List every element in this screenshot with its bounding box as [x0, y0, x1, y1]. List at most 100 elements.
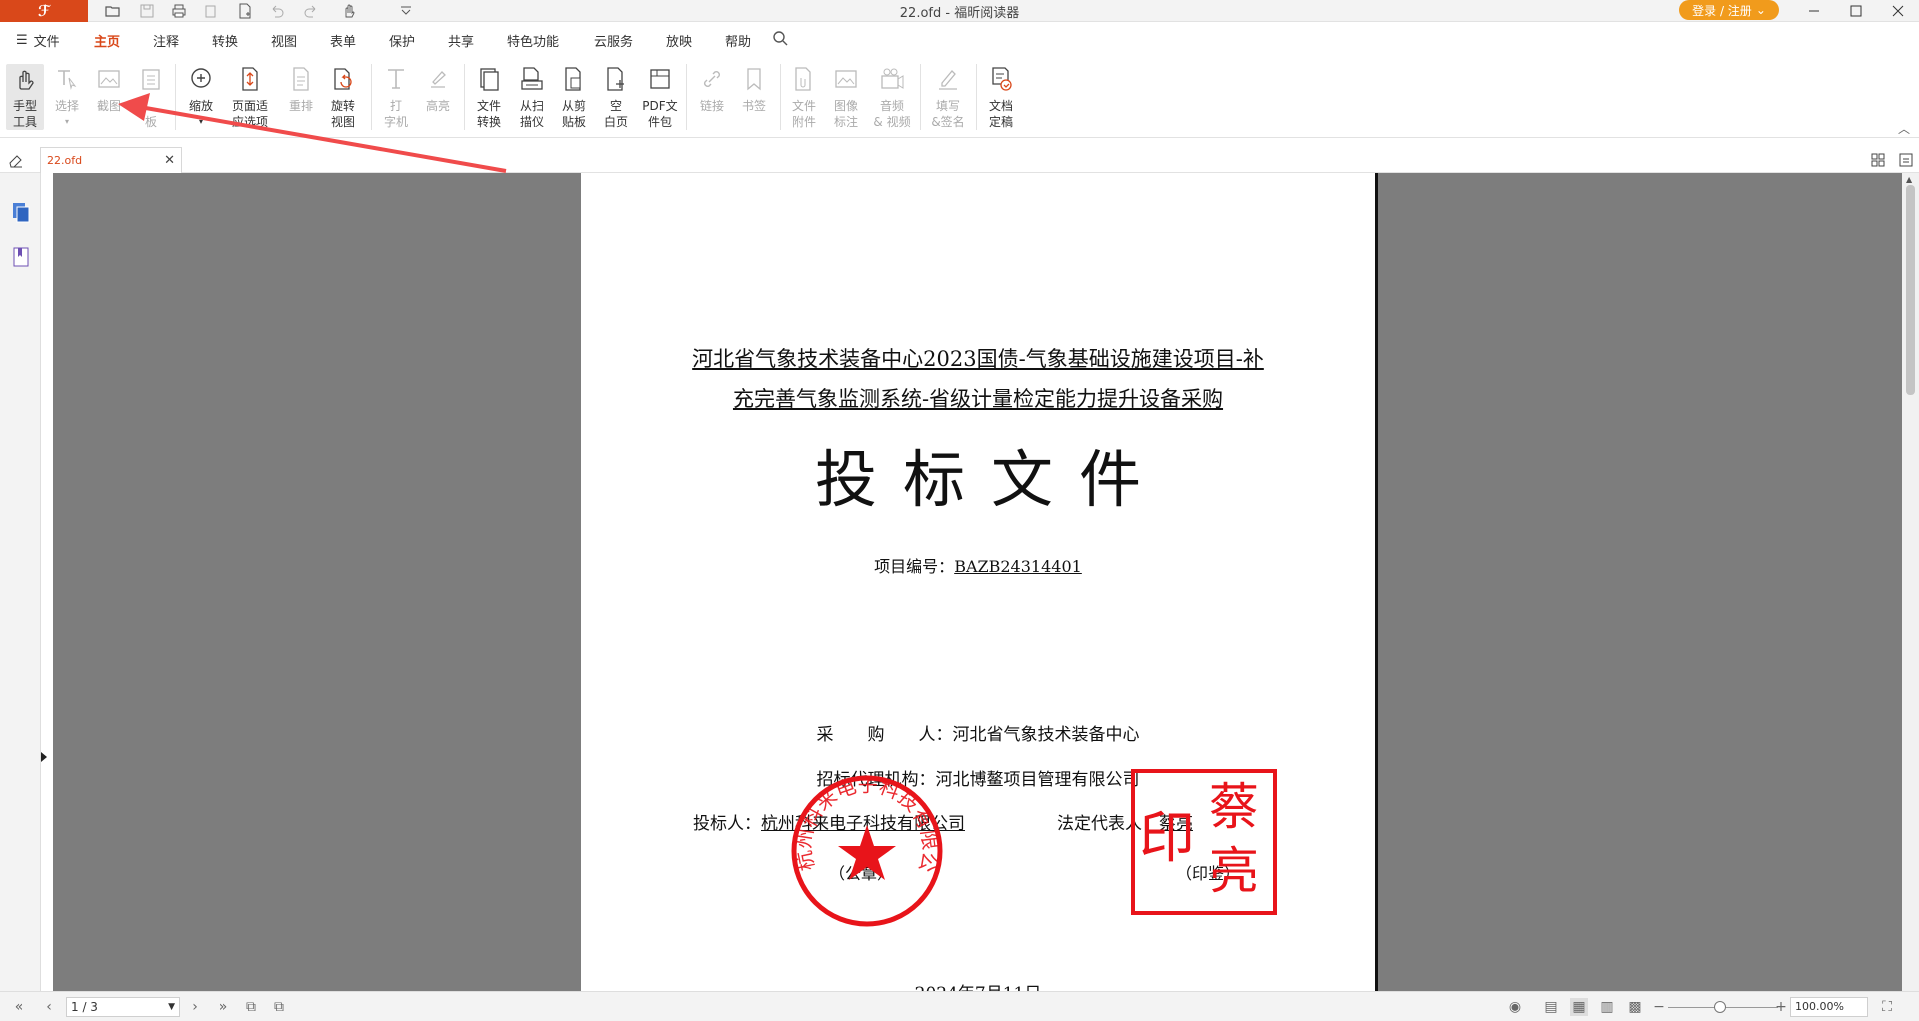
search-icon[interactable]: [772, 30, 789, 51]
prev-page-icon[interactable]: ‹: [40, 998, 58, 1016]
close-tab-icon[interactable]: ✕: [164, 153, 175, 168]
page-dropdown-icon[interactable]: ▼: [168, 998, 175, 1016]
fit-page-button[interactable]: 页面适 应选项: [228, 64, 272, 130]
seal-char-1: 蔡: [1209, 778, 1259, 836]
zoom-out-icon[interactable]: −: [1650, 998, 1668, 1016]
facing-page-icon[interactable]: ▥: [1598, 998, 1616, 1016]
maximize-button[interactable]: [1836, 0, 1876, 22]
grid-view-icon[interactable]: [1870, 152, 1886, 172]
clipboard-button[interactable]: 板: [134, 64, 168, 130]
scanner-label-2: 描仪: [519, 115, 544, 129]
login-button[interactable]: 登录 / 注册 ⌄: [1679, 0, 1779, 20]
ribbon-separator: [920, 64, 921, 130]
expand-panel-icon[interactable]: [40, 750, 48, 764]
save-icon[interactable]: [136, 2, 158, 20]
scanner-label-1: 从扫: [519, 99, 544, 113]
eraser-icon[interactable]: [8, 152, 24, 172]
tab-convert[interactable]: 转换: [212, 31, 238, 50]
tab-slideshow[interactable]: 放映: [666, 31, 692, 50]
tab-view[interactable]: 视图: [271, 31, 297, 50]
screenshot-button[interactable]: 截图: [92, 64, 126, 114]
zoom-in-small-icon[interactable]: +: [1772, 998, 1790, 1016]
continuous-page-icon[interactable]: ▦: [1570, 998, 1588, 1016]
ribbon-separator: [464, 64, 465, 130]
zoom-level-input[interactable]: 100.00%: [1790, 997, 1868, 1017]
next-view-icon[interactable]: ⧉: [270, 998, 288, 1016]
fit-page-label-1: 页面适: [231, 99, 268, 113]
open-folder-icon[interactable]: [102, 2, 124, 20]
ribbon-separator: [976, 64, 977, 130]
tab-help[interactable]: 帮助: [725, 31, 751, 50]
hand-tool-button[interactable]: 手型 工具: [6, 64, 44, 130]
finalize-button[interactable]: 文档 定稿: [982, 64, 1020, 130]
redo-icon[interactable]: [300, 2, 322, 20]
bookmarks-panel-icon[interactable]: [10, 246, 32, 268]
blank-page-button[interactable]: 空 白页: [598, 64, 634, 130]
bookmark-button[interactable]: 书签: [736, 64, 772, 114]
reflow-button[interactable]: 重排: [284, 64, 318, 114]
app-logo[interactable]: ℱ: [0, 0, 88, 22]
media-label-1: 音频: [879, 99, 904, 113]
single-page-icon[interactable]: ▤: [1542, 998, 1560, 1016]
file-convert-label-1: 文件: [476, 99, 501, 113]
copy-page-icon[interactable]: [200, 2, 222, 20]
clipboard-icon: [136, 64, 166, 94]
scroll-up-icon[interactable]: ▲: [1906, 175, 1912, 184]
tab-protect[interactable]: 保护: [389, 31, 415, 50]
zoom-slider-knob[interactable]: [1714, 1001, 1726, 1013]
first-page-icon[interactable]: «: [10, 998, 28, 1016]
tab-home[interactable]: 主页: [94, 31, 121, 58]
rotate-view-button[interactable]: 旋转 视图: [324, 64, 362, 130]
page-number-input[interactable]: 1 / 3 ▼: [66, 997, 180, 1017]
personal-seal-stamp: 蔡 亮 印: [1131, 769, 1277, 915]
vertical-scrollbar[interactable]: ▲: [1902, 173, 1919, 991]
clipboard-src-label-2: 贴板: [561, 115, 586, 129]
file-attach-button[interactable]: 文件 附件: [786, 64, 822, 130]
fullscreen-icon[interactable]: ⛶: [1878, 998, 1896, 1016]
ribbon-toolbar: 手型 工具 选择 ▾ 截图 板 缩放 ▾ 页面适 应选项 重排 旋转 视图 打: [0, 56, 1919, 138]
doc-tab[interactable]: 22.ofd ✕: [40, 147, 182, 173]
link-button[interactable]: 链接: [694, 64, 730, 114]
from-scanner-button[interactable]: 从扫 描仪: [514, 64, 550, 130]
fill-sign-button[interactable]: 填写 &签名: [926, 64, 970, 130]
print-icon[interactable]: [168, 2, 190, 20]
tab-cloud[interactable]: 云服务: [594, 31, 633, 50]
image-annot-button[interactable]: 图像 标注: [828, 64, 864, 130]
zoom-dropdown-icon: ▾: [198, 117, 203, 126]
close-window-button[interactable]: [1878, 0, 1918, 22]
zoom-button[interactable]: 缩放 ▾: [183, 64, 219, 130]
file-convert-label-2: 转换: [476, 115, 501, 129]
panel-toggle-icon[interactable]: [1898, 152, 1914, 172]
customize-toolbar-icon[interactable]: [395, 2, 417, 20]
doc-title-line-1: 河北省气象技术装备中心2023国债-气象基础设施建设项目-补: [692, 347, 1264, 371]
pdf-package-button[interactable]: PDF文 件包: [640, 64, 680, 130]
tab-comment[interactable]: 注释: [153, 31, 179, 50]
scrollbar-thumb[interactable]: [1906, 185, 1915, 395]
page-number-value: 1 / 3: [71, 1000, 98, 1014]
previous-view-icon[interactable]: ⧉: [242, 998, 260, 1016]
ribbon-separator: [175, 64, 176, 130]
typewriter-button[interactable]: 打 字机: [378, 64, 414, 130]
document-viewport[interactable]: 河北省气象技术装备中心2023国债-气象基础设施建设项目-补 充完善气象监测系统…: [53, 173, 1902, 991]
page-thumbnails-icon[interactable]: [10, 201, 32, 223]
select-tool-button[interactable]: 选择 ▾: [50, 64, 84, 130]
next-page-icon[interactable]: ›: [186, 998, 204, 1016]
tab-share[interactable]: 共享: [448, 31, 474, 50]
hand-dropdown-icon[interactable]: [334, 2, 364, 20]
new-file-icon[interactable]: [234, 2, 256, 20]
tab-form[interactable]: 表单: [330, 31, 356, 50]
tab-features[interactable]: 特色功能: [507, 31, 559, 50]
minimize-button[interactable]: [1794, 0, 1834, 22]
highlight-button[interactable]: 高亮: [420, 64, 456, 114]
from-clipboard-button[interactable]: 从剪 贴板: [556, 64, 592, 130]
undo-icon[interactable]: [266, 2, 288, 20]
file-convert-button[interactable]: 文件 转换: [470, 64, 508, 130]
collapse-ribbon-icon[interactable]: ︿: [1898, 120, 1910, 137]
highlighter-icon: [423, 64, 453, 94]
menu-file[interactable]: ☰ 文件: [16, 31, 60, 50]
continuous-facing-icon[interactable]: ▩: [1626, 998, 1644, 1016]
fit-page-icon: [235, 64, 265, 94]
last-page-icon[interactable]: »: [214, 998, 232, 1016]
eye-icon[interactable]: ◉: [1506, 998, 1524, 1016]
audio-video-button[interactable]: 音频 & 视频: [870, 64, 914, 130]
